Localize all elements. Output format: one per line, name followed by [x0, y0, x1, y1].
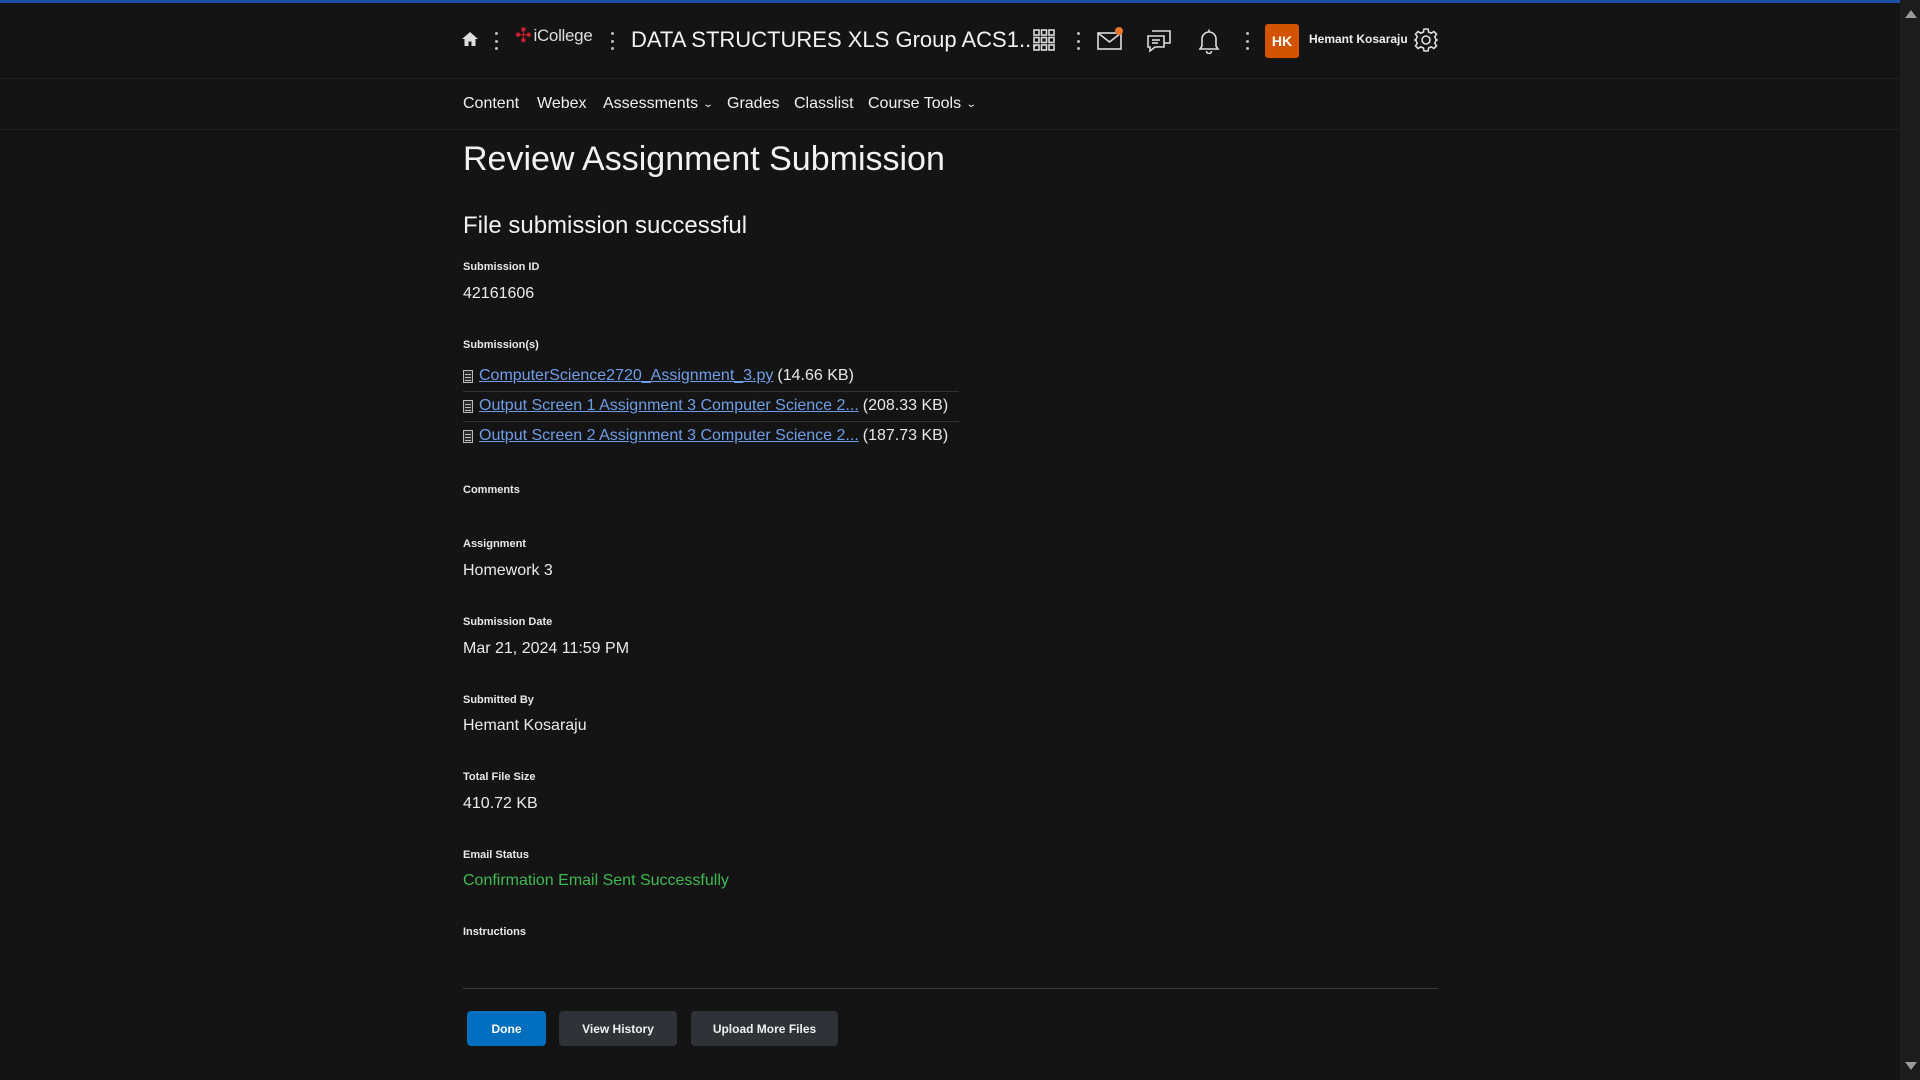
- file-size: (208.33 KB): [862, 397, 949, 414]
- chevron-down-icon: ⌄: [965, 98, 977, 110]
- file-icon: [463, 399, 473, 413]
- file-list-item: Output Screen 1 Assignment 3 Computer Sc…: [463, 391, 959, 422]
- nav-item-webex[interactable]: Webex: [537, 95, 587, 113]
- submission-date-label: Submission Date: [463, 616, 553, 628]
- avatar[interactable]: HK: [1265, 24, 1299, 58]
- file-link[interactable]: ComputerScience2720_Assignment_3.py: [479, 367, 773, 385]
- logo-star-icon: ✣: [515, 25, 532, 47]
- separator-dots: [1077, 32, 1080, 50]
- file-link[interactable]: Output Screen 2 Assignment 3 Computer Sc…: [479, 427, 859, 445]
- nav-item-content[interactable]: Content: [463, 95, 519, 113]
- total-file-size-value: 410.72 KB: [463, 795, 538, 812]
- mail-notification-dot: [1115, 27, 1123, 35]
- instructions-label: Instructions: [463, 926, 526, 938]
- gear-icon[interactable]: [1413, 27, 1439, 53]
- assignment-label: Assignment: [463, 538, 526, 550]
- separator-dots: [611, 32, 614, 50]
- nav-item-grades[interactable]: Grades: [727, 95, 779, 113]
- logo-text: iCollege: [533, 26, 593, 45]
- scroll-up-arrow-icon[interactable]: [1905, 10, 1917, 18]
- file-icon: [463, 429, 473, 443]
- user-name[interactable]: Hemant Kosaraju: [1309, 32, 1408, 46]
- submission-id-label: Submission ID: [463, 261, 540, 273]
- nav-label: Assessments: [603, 95, 699, 112]
- view-history-button[interactable]: View History: [559, 1011, 677, 1046]
- email-status-value: Confirmation Email Sent Successfully: [463, 872, 729, 889]
- nav-item-classlist[interactable]: Classlist: [794, 95, 854, 113]
- nav-label: Course Tools: [868, 95, 962, 112]
- nav-label: Webex: [537, 95, 587, 112]
- file-icon: [463, 369, 473, 383]
- nav-label: Content: [463, 95, 520, 112]
- nav-label: Grades: [727, 95, 780, 112]
- submitted-by-value: Hemant Kosaraju: [463, 717, 587, 734]
- scrollbar[interactable]: [1900, 0, 1920, 1080]
- page-title: Review Assignment Submission: [463, 140, 945, 178]
- divider: [463, 988, 1438, 989]
- submitted-by-label: Submitted By: [463, 694, 534, 706]
- separator-dots: [1246, 32, 1249, 50]
- upload-more-files-button[interactable]: Upload More Files: [691, 1011, 838, 1046]
- separator-dots: [495, 32, 498, 50]
- grid-icon[interactable]: [1033, 29, 1055, 51]
- assignment-value: Homework 3: [463, 562, 553, 579]
- submission-id-value: 42161606: [463, 285, 535, 302]
- nav-item-course-tools[interactable]: Course Tools ⌄: [868, 95, 977, 113]
- course-title[interactable]: DATA STRUCTURES XLS Group ACS1...: [631, 27, 1037, 53]
- file-list-item: Output Screen 2 Assignment 3 Computer Sc…: [463, 421, 959, 451]
- file-size: (187.73 KB): [862, 427, 949, 444]
- status-heading: File submission successful: [463, 212, 748, 239]
- chat-icon[interactable]: [1146, 29, 1172, 53]
- submission-date-value: Mar 21, 2024 11:59 PM: [463, 640, 630, 657]
- file-list-item: ComputerScience2720_Assignment_3.py (14.…: [463, 361, 959, 392]
- bell-icon[interactable]: [1197, 28, 1221, 54]
- home-icon[interactable]: [460, 29, 480, 49]
- submissions-label: Submission(s): [463, 339, 539, 351]
- scroll-down-arrow-icon[interactable]: [1905, 1062, 1917, 1070]
- comments-label: Comments: [463, 484, 520, 496]
- mail-icon[interactable]: [1097, 27, 1125, 51]
- file-link[interactable]: Output Screen 1 Assignment 3 Computer Sc…: [479, 397, 859, 415]
- total-file-size-label: Total File Size: [463, 771, 536, 783]
- email-status-label: Email Status: [463, 849, 530, 861]
- chevron-down-icon: ⌄: [702, 98, 714, 110]
- nav-item-assessments[interactable]: Assessments ⌄: [603, 95, 714, 113]
- file-size: (14.66 KB): [777, 367, 854, 384]
- nav-label: Classlist: [794, 95, 854, 112]
- icollege-logo[interactable]: ✣ iCollege: [515, 26, 593, 46]
- done-button[interactable]: Done: [467, 1011, 546, 1046]
